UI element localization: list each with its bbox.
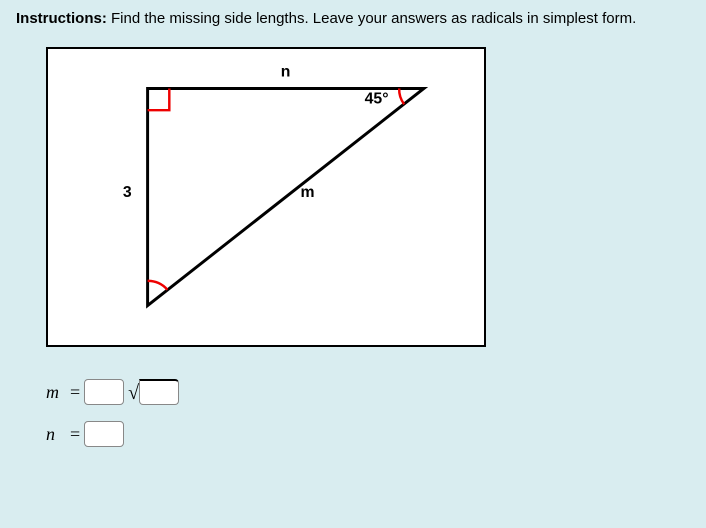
var-n: n — [46, 424, 66, 445]
answer-row-m: m = √ — [46, 377, 690, 407]
triangle-outline — [148, 88, 424, 305]
triangle-figure: n 45° 3 m — [46, 47, 486, 347]
var-m: m — [46, 382, 66, 403]
sqrt-wrap: √ — [128, 379, 179, 405]
label-3: 3 — [123, 184, 132, 201]
n-value-input[interactable] — [84, 421, 124, 447]
instructions-body: Find the missing side lengths. Leave you… — [107, 10, 636, 27]
instructions-text: Instructions: Find the missing side leng… — [16, 10, 690, 27]
right-angle-marker — [148, 88, 170, 110]
m-radicand-input[interactable] — [139, 379, 179, 405]
label-n: n — [281, 64, 291, 81]
answer-row-n: n = — [46, 419, 690, 449]
label-m: m — [301, 184, 315, 201]
m-coefficient-input[interactable] — [84, 379, 124, 405]
eq-n: = — [70, 424, 80, 445]
eq-m: = — [70, 382, 80, 403]
sqrt-symbol: √ — [128, 382, 139, 405]
angle-bottom-arc — [148, 281, 168, 290]
instructions-label: Instructions: — [16, 10, 107, 27]
triangle-svg: n 45° 3 m — [48, 49, 484, 345]
label-45: 45° — [365, 90, 389, 107]
answers-block: m = √ n = — [46, 377, 690, 449]
angle-45-arc — [399, 88, 404, 104]
